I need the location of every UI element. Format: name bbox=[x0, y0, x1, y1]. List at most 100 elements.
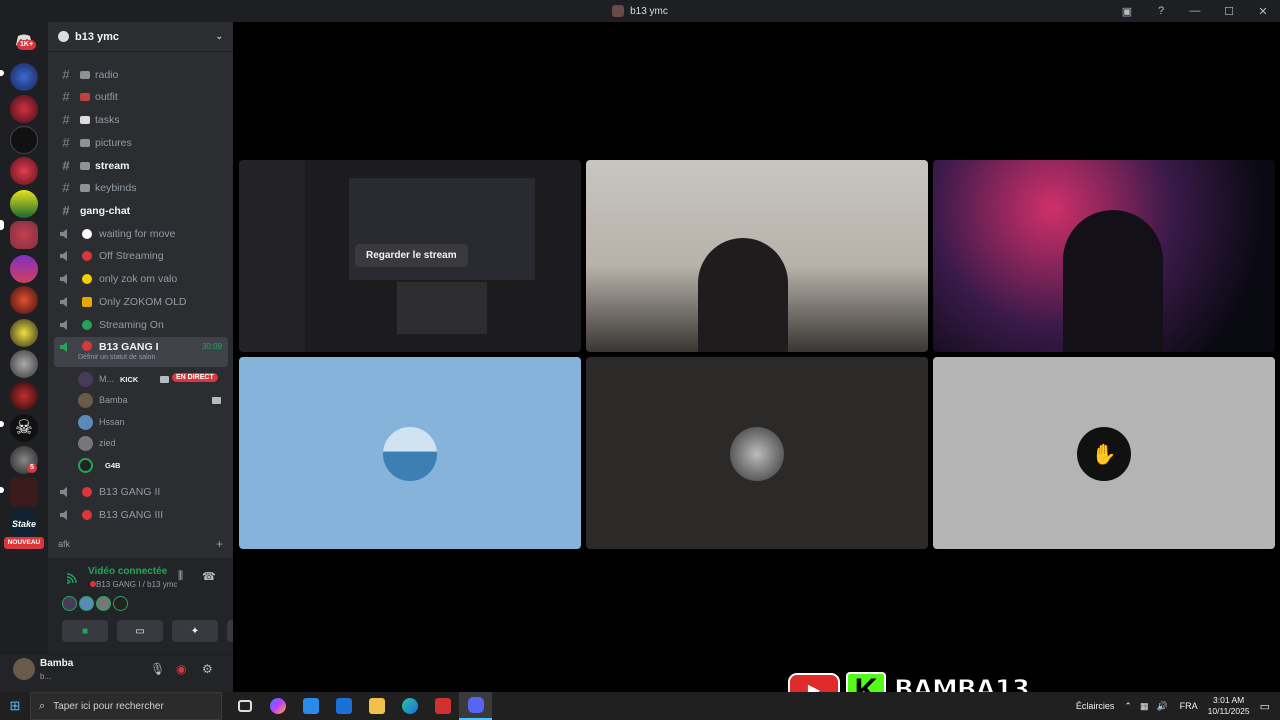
taskbar-search[interactable]: ⌕ Taper ici pour rechercher bbox=[30, 692, 222, 720]
voice-channel-streaming-on[interactable]: Streaming On bbox=[54, 314, 228, 335]
outlook-icon[interactable] bbox=[327, 692, 360, 720]
video-tile-hssan[interactable] bbox=[239, 357, 581, 549]
server-icon-7[interactable] bbox=[10, 255, 38, 283]
voice-channel-off-streaming[interactable]: Off Streaming bbox=[54, 245, 228, 266]
category-afk[interactable]: afk bbox=[58, 539, 70, 549]
member-bamba[interactable]: Bamba bbox=[78, 390, 128, 410]
app-icon bbox=[612, 5, 625, 17]
server-icon-8[interactable] bbox=[10, 286, 38, 314]
avatar[interactable] bbox=[79, 596, 94, 611]
channel-stream[interactable]: # stream bbox=[54, 155, 228, 176]
stream-tile[interactable]: Regarder le stream bbox=[239, 160, 581, 352]
screenshare-button[interactable]: ▭ bbox=[117, 620, 163, 642]
user-name[interactable]: Bamba bbox=[40, 658, 73, 669]
inbox-icon[interactable]: ▣ bbox=[1110, 5, 1144, 18]
file-explorer-icon[interactable] bbox=[360, 692, 393, 720]
store-icon[interactable] bbox=[294, 692, 327, 720]
voice-location[interactable]: B13 GANG I / b13 ymc bbox=[96, 580, 177, 589]
settings-icon[interactable]: ⚙ bbox=[202, 662, 213, 676]
avatar[interactable] bbox=[113, 596, 128, 611]
voice-channel-b13-gang-iii[interactable]: B13 GANG III bbox=[54, 504, 228, 525]
server-icon-12[interactable]: ☠ bbox=[10, 414, 38, 442]
member-zied[interactable]: zied bbox=[78, 433, 116, 453]
server-icon-3[interactable] bbox=[10, 126, 38, 154]
taskbar: ⊞ ⌕ Taper ici pour rechercher Éclaircies… bbox=[0, 692, 1280, 720]
voice-channel-waiting[interactable]: waiting for move bbox=[54, 223, 228, 244]
video-tile-g4b[interactable]: ✋ bbox=[933, 357, 1275, 549]
voice-channel-only-zokom-old[interactable]: Only ZOKOM OLD bbox=[54, 291, 228, 312]
notifications-icon[interactable]: ▭ bbox=[1260, 700, 1270, 713]
watch-stream-button[interactable]: Regarder le stream bbox=[355, 244, 468, 267]
close-button[interactable]: ✕ bbox=[1246, 5, 1280, 18]
voice-timer: 30:09 bbox=[201, 342, 222, 351]
copilot-icon[interactable] bbox=[261, 692, 294, 720]
voice-channel-b13-gang-ii[interactable]: B13 GANG II bbox=[54, 481, 228, 502]
tray-chevron-icon[interactable]: ⌃ bbox=[1124, 701, 1132, 712]
server-icon-2[interactable] bbox=[10, 95, 38, 123]
voice-channel-b13-gang-i[interactable]: B13 GANG I 30:09 Définir un statut de sa… bbox=[54, 337, 228, 367]
member-name: Hssan bbox=[99, 417, 125, 427]
search-placeholder: Taper ici pour rechercher bbox=[53, 700, 164, 712]
channel-pictures[interactable]: # pictures bbox=[54, 132, 228, 153]
speaker-icon bbox=[59, 273, 73, 285]
language-indicator[interactable]: FRA bbox=[1180, 701, 1198, 711]
clock[interactable]: 3:01 AM 10/11/2025 bbox=[1208, 695, 1250, 717]
camera-button[interactable]: ■ bbox=[62, 620, 108, 642]
server-icon-4[interactable] bbox=[10, 157, 38, 185]
server-icon-b13[interactable] bbox=[10, 221, 38, 249]
video-tile-webcam-2[interactable] bbox=[933, 160, 1275, 352]
hash-icon: # bbox=[62, 180, 70, 195]
windows-start-icon[interactable]: ⊞ bbox=[0, 692, 30, 720]
voice-channel-only-zok[interactable]: only zok om valo bbox=[54, 268, 228, 289]
new-badge: NOUVEAU bbox=[4, 537, 44, 549]
unread-pill bbox=[0, 70, 4, 76]
minimize-button[interactable]: — bbox=[1178, 5, 1212, 17]
discord-taskbar-icon[interactable] bbox=[459, 692, 492, 720]
avatar[interactable] bbox=[13, 658, 35, 680]
server-icon-9[interactable] bbox=[10, 319, 38, 347]
network-icon[interactable]: ▦ bbox=[1140, 701, 1149, 712]
hash-icon: # bbox=[62, 135, 70, 150]
video-tile-webcam-1[interactable] bbox=[586, 160, 928, 352]
server-icon-10[interactable] bbox=[10, 350, 38, 378]
server-name: b13 ymc bbox=[75, 30, 120, 43]
news-icon[interactable] bbox=[426, 692, 459, 720]
taskbar-apps bbox=[228, 692, 492, 720]
member-m[interactable]: M... KICK bbox=[78, 369, 138, 389]
channel-gang-chat[interactable]: # gang-chat bbox=[54, 200, 228, 221]
maximize-button[interactable]: ☐ bbox=[1212, 5, 1246, 18]
activities-button[interactable]: ✦ bbox=[172, 620, 218, 642]
server-icon-5[interactable] bbox=[10, 190, 38, 218]
channel-outfit[interactable]: # outfit bbox=[54, 86, 228, 107]
disconnect-icon[interactable]: ☎ bbox=[202, 570, 216, 583]
task-view-icon[interactable] bbox=[228, 692, 261, 720]
server-icon-stake[interactable]: Stake bbox=[10, 510, 38, 538]
emoji-icon bbox=[80, 161, 90, 170]
video-tile-zied[interactable] bbox=[586, 357, 928, 549]
avatar[interactable] bbox=[96, 596, 111, 611]
headphones-icon[interactable]: ◉ bbox=[176, 662, 186, 676]
server-header[interactable]: b13 ymc ⌄ bbox=[48, 22, 233, 52]
microphone-icon[interactable]: 🎙 bbox=[150, 662, 165, 676]
noise-suppression-icon[interactable]: ⫼ bbox=[178, 570, 183, 583]
avatar bbox=[78, 414, 93, 430]
weather-text[interactable]: Éclaircies bbox=[1076, 701, 1115, 711]
channel-tasks[interactable]: # tasks bbox=[54, 109, 228, 130]
avatar bbox=[383, 427, 437, 481]
channel-status[interactable]: Définir un statut de salon bbox=[78, 354, 155, 361]
member-g4b[interactable]: G4B bbox=[78, 455, 120, 475]
help-icon[interactable]: ? bbox=[1144, 5, 1178, 17]
server-icon-14[interactable] bbox=[10, 478, 38, 506]
voice-status[interactable]: Vidéo connectée bbox=[88, 566, 167, 577]
search-icon: ⌕ bbox=[39, 699, 46, 712]
channel-keybinds[interactable]: # keybinds bbox=[54, 177, 228, 198]
channel-radio[interactable]: # radio bbox=[54, 64, 228, 85]
avatar[interactable] bbox=[62, 596, 77, 611]
add-channel-icon[interactable]: + bbox=[216, 537, 223, 551]
edge-icon[interactable] bbox=[393, 692, 426, 720]
server-icon-1[interactable] bbox=[10, 63, 38, 91]
server-icon-11[interactable] bbox=[10, 382, 38, 410]
volume-icon[interactable]: 🔊 bbox=[1156, 701, 1167, 712]
voice-participants bbox=[62, 596, 128, 611]
member-hssan[interactable]: Hssan bbox=[78, 412, 125, 432]
